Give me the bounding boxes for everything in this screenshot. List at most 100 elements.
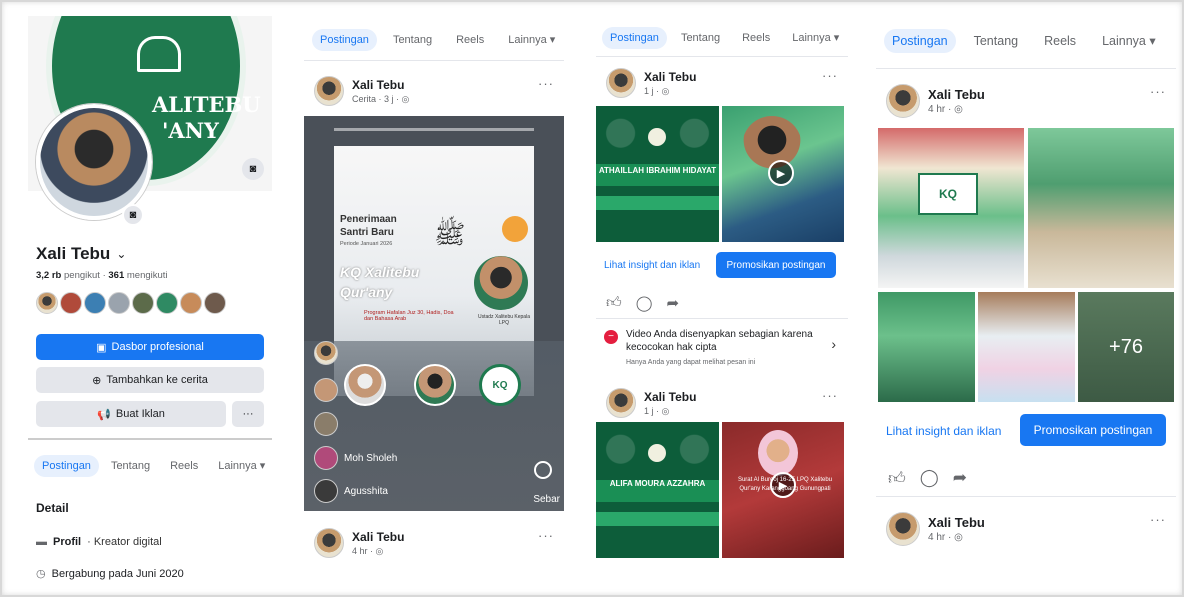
chevron-right-icon[interactable]: › bbox=[831, 336, 836, 352]
play-icon[interactable]: ▶ bbox=[768, 160, 794, 186]
more-options-button[interactable]: ··· bbox=[232, 401, 264, 427]
tab-reels[interactable]: Reels bbox=[162, 455, 206, 477]
more-dots-icon[interactable]: ··· bbox=[822, 68, 838, 83]
video-caption: Surat Al Burooj 16-25 LPQ Xalitebu Qur'a… bbox=[737, 477, 833, 492]
follower-avatar[interactable] bbox=[204, 292, 226, 314]
viewer-avatar[interactable] bbox=[314, 479, 338, 503]
insight-link[interactable]: Lihat insight dan iklan bbox=[886, 424, 1001, 438]
divider bbox=[304, 60, 564, 61]
share-icon[interactable]: ➦ bbox=[953, 468, 967, 489]
post-header: Xali Tebu 1 j · ◎ ··· bbox=[596, 60, 848, 106]
comment-icon[interactable]: ◯ bbox=[920, 468, 939, 489]
follower-avatar[interactable] bbox=[132, 292, 154, 314]
more-photos-tile[interactable]: +76 bbox=[1078, 292, 1174, 402]
post-header: Xali Tebu 4 hr · ◎ ··· bbox=[876, 76, 1176, 126]
promote-post-button[interactable]: Promosikan postingan bbox=[716, 252, 836, 278]
create-ad-button[interactable]: 📢 Buat Iklan bbox=[36, 401, 226, 427]
tab-about[interactable]: Tentang bbox=[385, 29, 440, 51]
tab-about[interactable]: Tentang bbox=[673, 27, 728, 49]
story-brand-line2: Qur'any bbox=[340, 284, 393, 300]
post-photo[interactable]: KQ bbox=[878, 128, 1024, 288]
author-avatar[interactable] bbox=[606, 388, 636, 418]
chevron-down-icon[interactable]: ⌄ bbox=[116, 247, 126, 261]
cover-camera-icon[interactable]: ◙ bbox=[242, 158, 264, 180]
details-heading: Detail bbox=[36, 501, 69, 515]
profile-picture[interactable] bbox=[36, 104, 152, 220]
tab-posts[interactable]: Postingan bbox=[34, 454, 99, 477]
like-icon[interactable]: 👍︎ bbox=[888, 468, 906, 489]
profile-card-icon: ▬ bbox=[36, 536, 47, 548]
author-name[interactable]: Xali Tebu bbox=[928, 515, 985, 530]
author-avatar[interactable] bbox=[314, 528, 344, 558]
post-header: Xali Tebu 4 hr · ◎ ··· bbox=[304, 520, 564, 566]
comment-icon[interactable]: ◯ bbox=[636, 294, 653, 312]
tab-about[interactable]: Tentang bbox=[966, 29, 1026, 53]
author-name[interactable]: Xali Tebu bbox=[644, 390, 696, 404]
tab-reels[interactable]: Reels bbox=[1036, 29, 1084, 53]
promote-post-button[interactable]: Promosikan postingan bbox=[1020, 414, 1166, 446]
follower-avatar[interactable] bbox=[180, 292, 202, 314]
tab-more[interactable]: Lainnya ▾ bbox=[500, 28, 563, 51]
professional-dashboard-button[interactable]: ▣ Dasbor profesional bbox=[36, 334, 264, 360]
author-name[interactable]: Xali Tebu bbox=[352, 78, 409, 92]
more-dots-icon[interactable]: ··· bbox=[1150, 84, 1166, 99]
plus-circle-icon: ⊕ bbox=[92, 374, 102, 387]
tab-more[interactable]: Lainnya ▾ bbox=[784, 26, 847, 49]
story-panel: Postingan Tentang Reels Lainnya ▾ Xali T… bbox=[304, 16, 564, 586]
tab-posts[interactable]: Postingan bbox=[602, 26, 667, 49]
child-figure bbox=[758, 430, 798, 476]
reply-circle-icon[interactable] bbox=[534, 461, 552, 479]
profile-camera-icon[interactable]: ◙ bbox=[122, 204, 144, 226]
viewer-avatar[interactable] bbox=[314, 341, 338, 365]
viewer-avatar[interactable] bbox=[314, 446, 338, 470]
emblem-icon bbox=[648, 128, 666, 146]
feed-tabs: Postingan Tentang Reels Lainnya ▾ bbox=[602, 26, 847, 49]
insight-link[interactable]: Lihat insight dan iklan bbox=[604, 260, 700, 271]
share-label[interactable]: Sebar bbox=[533, 494, 560, 505]
follower-avatar[interactable] bbox=[84, 292, 106, 314]
post-photo[interactable] bbox=[978, 292, 1075, 402]
author-name[interactable]: Xali Tebu bbox=[352, 530, 404, 544]
follower-avatar[interactable] bbox=[108, 292, 130, 314]
follower-avatar[interactable] bbox=[156, 292, 178, 314]
tab-more[interactable]: Lainnya ▾ bbox=[1094, 28, 1164, 53]
post-photo[interactable] bbox=[1028, 128, 1174, 288]
story-frame[interactable]: Penerimaan Santri Baru Periode Januari 2… bbox=[304, 116, 564, 511]
add-story-button[interactable]: ⊕ Tambahkan ke cerita bbox=[36, 367, 264, 393]
viewer-name[interactable]: Moh Sholeh bbox=[344, 453, 397, 464]
viewer-name[interactable]: Agusshita bbox=[344, 486, 388, 497]
video-thumbnail[interactable]: ▶ bbox=[722, 106, 844, 242]
author-name[interactable]: Xali Tebu bbox=[644, 70, 696, 84]
following-count[interactable]: 361 bbox=[108, 270, 124, 281]
tab-reels[interactable]: Reels bbox=[448, 29, 492, 51]
video-thumbnail[interactable]: ▶ Surat Al Burooj 16-25 LPQ Xalitebu Qur… bbox=[722, 422, 844, 558]
tab-more[interactable]: Lainnya ▾ bbox=[210, 454, 272, 477]
author-avatar[interactable] bbox=[886, 512, 920, 546]
author-avatar[interactable] bbox=[314, 76, 344, 106]
tab-posts[interactable]: Postingan bbox=[312, 28, 377, 51]
copyright-notice[interactable]: − Video Anda disenyapkan sebagian karena… bbox=[604, 326, 840, 374]
viewer-avatar[interactable] bbox=[314, 378, 338, 402]
follower-avatars bbox=[36, 292, 226, 314]
author-avatar[interactable] bbox=[886, 84, 920, 118]
more-dots-icon[interactable]: ··· bbox=[1150, 512, 1166, 527]
tab-reels[interactable]: Reels bbox=[734, 27, 778, 49]
post-header: Xali Tebu 4 hr · ◎ ··· bbox=[876, 504, 1176, 554]
author-name[interactable]: Xali Tebu bbox=[928, 87, 985, 102]
more-dots-icon[interactable]: ··· bbox=[538, 528, 554, 543]
follower-avatar[interactable] bbox=[36, 292, 58, 314]
video-title-card[interactable]: ATHAILLAH IBRAHIM HIDAYAT bbox=[596, 106, 719, 242]
tab-posts[interactable]: Postingan bbox=[884, 28, 956, 53]
follower-avatar[interactable] bbox=[60, 292, 82, 314]
more-dots-icon[interactable]: ··· bbox=[538, 76, 554, 91]
viewer-avatar[interactable] bbox=[314, 412, 338, 436]
post-photo[interactable] bbox=[878, 292, 975, 402]
share-icon[interactable]: ➦ bbox=[666, 294, 679, 312]
more-dots-icon[interactable]: ··· bbox=[822, 388, 838, 403]
followers-count[interactable]: 3,2 rb bbox=[36, 270, 61, 281]
like-icon[interactable]: 👍︎ bbox=[606, 294, 622, 312]
divider bbox=[876, 496, 1176, 497]
tab-about[interactable]: Tentang bbox=[103, 455, 158, 477]
video-title-card[interactable]: ALIFA MOURA AZZAHRA bbox=[596, 422, 719, 558]
author-avatar[interactable] bbox=[606, 68, 636, 98]
